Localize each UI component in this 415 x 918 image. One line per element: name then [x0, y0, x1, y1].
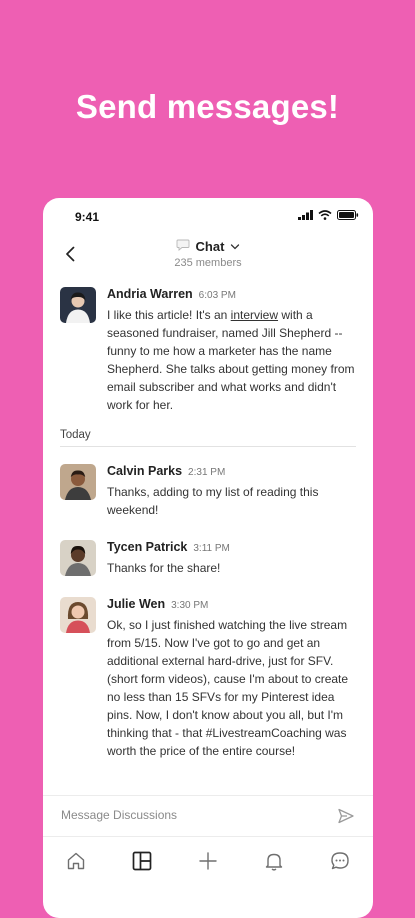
- avatar[interactable]: [60, 464, 96, 500]
- bell-icon[interactable]: [263, 850, 285, 872]
- speech-bubble-icon: [176, 239, 190, 254]
- status-time: 9:41: [75, 210, 100, 224]
- author-name[interactable]: Calvin Parks: [107, 464, 182, 478]
- signal-icon: [298, 210, 313, 220]
- chat-title: Chat: [195, 239, 225, 254]
- message-composer: [43, 795, 373, 837]
- phone-screen: 9:41 Chat 235 members Andria Warren 6:03…: [43, 198, 373, 918]
- avatar[interactable]: [60, 287, 96, 323]
- status-icons: [298, 210, 359, 220]
- message-time: 6:03 PM: [198, 290, 236, 301]
- author-name[interactable]: Julie Wen: [107, 597, 165, 611]
- message-text: Thanks for the share!: [107, 561, 221, 575]
- avatar[interactable]: [60, 597, 96, 633]
- day-separator-label: Today: [60, 429, 91, 441]
- plus-icon[interactable]: [197, 850, 219, 872]
- message-text: Thanks, adding to my list of reading thi…: [107, 485, 319, 517]
- message-time: 3:30 PM: [171, 600, 209, 611]
- message-time: 2:31 PM: [188, 467, 226, 478]
- author-name[interactable]: Tycen Patrick: [107, 540, 187, 554]
- layout-icon[interactable]: [131, 850, 153, 872]
- bottom-nav: [43, 836, 373, 886]
- home-icon[interactable]: [65, 850, 87, 872]
- interview-link[interactable]: interview: [231, 308, 278, 322]
- member-count: 235 members: [174, 257, 242, 269]
- wifi-icon: [318, 210, 332, 220]
- chat-bubble-icon[interactable]: [329, 850, 351, 872]
- divider: [60, 446, 356, 447]
- message-input[interactable]: [61, 808, 321, 822]
- chevron-down-icon: [230, 239, 240, 254]
- chat-header: Chat 235 members: [43, 238, 373, 274]
- avatar[interactable]: [60, 540, 96, 576]
- message-text: Ok, so I just finished watching the live…: [107, 618, 349, 758]
- message-text: I like this article! It's an interview w…: [107, 308, 355, 412]
- headline: Send messages!: [75, 88, 340, 125]
- message-time: 3:11 PM: [193, 543, 230, 554]
- send-icon[interactable]: [337, 807, 355, 825]
- chat-title-dropdown[interactable]: Chat: [43, 239, 373, 254]
- battery-icon: [337, 210, 359, 220]
- author-name[interactable]: Andria Warren: [107, 287, 193, 301]
- status-bar: 9:41: [43, 198, 373, 238]
